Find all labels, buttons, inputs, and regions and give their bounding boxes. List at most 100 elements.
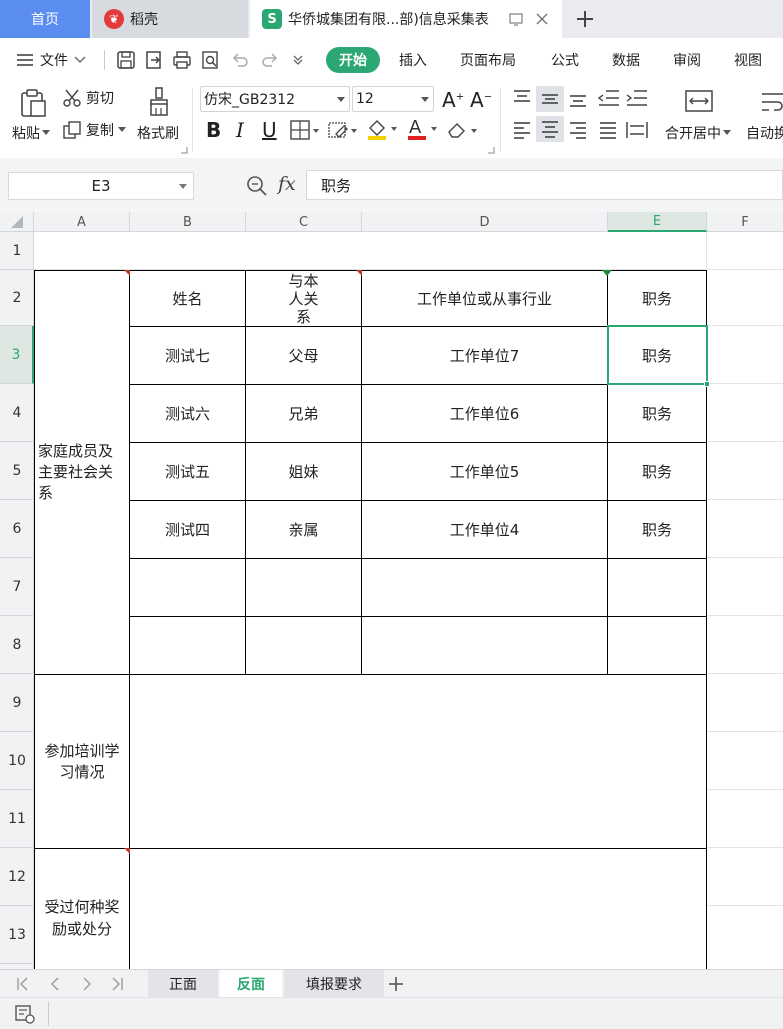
distributed-align-icon[interactable] xyxy=(626,120,648,140)
font-color-icon[interactable]: A xyxy=(406,116,438,140)
cell-member-position[interactable]: 职务 xyxy=(607,442,707,501)
cell-member-name[interactable]: 测试七 xyxy=(129,326,246,385)
menu-view[interactable]: 视图 xyxy=(734,38,762,82)
print-icon[interactable] xyxy=(172,50,192,70)
merge-center-icon[interactable] xyxy=(684,88,714,114)
bold-icon[interactable]: B xyxy=(206,118,221,142)
close-icon[interactable] xyxy=(534,11,550,27)
cell-member-name[interactable]: 测试四 xyxy=(129,500,246,559)
cell-empty[interactable] xyxy=(245,558,362,617)
row-header-12[interactable]: 12 xyxy=(0,848,34,906)
sheet-tab-requirements[interactable]: 填报要求 xyxy=(284,970,384,998)
row-header-8[interactable]: 8 xyxy=(0,616,34,674)
tab-docer[interactable]: ❦ 稻壳 xyxy=(92,0,248,38)
row-header-1[interactable]: 1 xyxy=(0,232,34,270)
row-header-9[interactable]: 9 xyxy=(0,674,34,732)
window-icon[interactable] xyxy=(508,11,524,27)
menu-page-layout[interactable]: 页面布局 xyxy=(460,38,516,82)
paste-icon[interactable] xyxy=(18,88,48,118)
launcher-icon[interactable] xyxy=(487,146,495,154)
eraser-icon[interactable] xyxy=(446,120,478,140)
column-header-a[interactable]: A xyxy=(34,212,130,232)
justify-icon[interactable] xyxy=(598,120,618,140)
name-box[interactable]: E3 xyxy=(8,172,194,200)
tab-document[interactable]: S 华侨城集团有限...部)信息采集表 xyxy=(250,0,562,38)
add-sheet-icon[interactable] xyxy=(388,976,404,992)
cell-empty[interactable] xyxy=(129,616,246,675)
cell-empty[interactable] xyxy=(361,616,608,675)
align-middle-icon[interactable] xyxy=(536,86,564,112)
fill-handle[interactable] xyxy=(704,381,710,387)
comment-indicator-icon[interactable] xyxy=(356,270,362,276)
menu-insert[interactable]: 插入 xyxy=(399,38,427,82)
cell-c2-header-relation[interactable]: 与本人关系 xyxy=(245,270,362,327)
row-header-3[interactable]: 3 xyxy=(0,326,34,384)
fill-color-icon[interactable] xyxy=(366,118,398,140)
column-header-b[interactable]: B xyxy=(130,212,246,232)
sheet-tab-front[interactable]: 正面 xyxy=(148,970,218,998)
redo-icon[interactable] xyxy=(260,50,280,70)
prev-sheet-icon[interactable] xyxy=(48,976,62,992)
row-header-2[interactable]: 2 xyxy=(0,270,34,326)
increase-font-icon[interactable]: A+ xyxy=(442,88,464,112)
add-tab-icon[interactable] xyxy=(576,10,594,28)
cell-d2-header-employer[interactable]: 工作单位或从事行业 xyxy=(361,270,608,327)
cell-member-employer[interactable]: 工作单位5 xyxy=(361,442,608,501)
cell-b2-header-name[interactable]: 姓名 xyxy=(129,270,246,327)
file-menu[interactable]: 文件 xyxy=(16,38,86,82)
column-header-c[interactable]: C xyxy=(246,212,362,232)
decrease-indent-icon[interactable] xyxy=(598,88,620,108)
align-right-icon[interactable] xyxy=(568,120,588,140)
fx-icon[interactable]: fx xyxy=(278,173,296,195)
last-sheet-icon[interactable] xyxy=(110,976,124,992)
training-content-cell[interactable] xyxy=(129,674,707,849)
quick-access-chevron-icon[interactable] xyxy=(292,54,304,66)
cell-member-relation[interactable]: 姐妹 xyxy=(245,442,362,501)
column-header-e[interactable]: E xyxy=(608,212,707,232)
italic-icon[interactable]: I xyxy=(236,118,244,142)
borders-icon[interactable] xyxy=(290,120,320,140)
wrap-text-icon[interactable] xyxy=(760,90,783,116)
menu-data[interactable]: 数据 xyxy=(612,38,640,82)
font-size-select[interactable]: 12 xyxy=(352,86,434,112)
first-sheet-icon[interactable] xyxy=(16,976,30,992)
cell-member-position[interactable]: 职务 xyxy=(607,384,707,443)
print-preview-icon[interactable] xyxy=(200,50,220,70)
cell-empty[interactable] xyxy=(361,558,608,617)
row-header-4[interactable]: 4 xyxy=(0,384,34,442)
launcher-icon[interactable] xyxy=(180,146,188,154)
cut-button[interactable]: 剪切 xyxy=(62,88,114,108)
row-header-13[interactable]: 13 xyxy=(0,906,34,964)
cell-member-employer[interactable]: 工作单位6 xyxy=(361,384,608,443)
menu-formula[interactable]: 公式 xyxy=(551,38,579,82)
cell-empty[interactable] xyxy=(245,616,362,675)
export-pdf-icon[interactable] xyxy=(144,50,164,70)
decrease-font-icon[interactable]: A− xyxy=(470,88,492,112)
paste-button[interactable]: 粘贴 xyxy=(12,123,50,143)
macro-record-icon[interactable] xyxy=(14,1004,36,1024)
select-all-corner[interactable] xyxy=(0,212,34,232)
validation-indicator-icon[interactable] xyxy=(602,270,612,276)
align-top-icon[interactable] xyxy=(512,88,532,108)
row-header-11[interactable]: 11 xyxy=(0,790,34,848)
underline-icon[interactable]: U xyxy=(262,118,277,142)
comment-indicator-icon[interactable] xyxy=(124,270,130,276)
save-icon[interactable] xyxy=(116,50,136,70)
cell-a12-awards-section[interactable]: 受过何种奖励或处分 xyxy=(34,848,130,969)
zoom-search-icon[interactable] xyxy=(246,175,268,197)
format-painter-icon[interactable] xyxy=(146,86,172,118)
row-header-10[interactable]: 10 xyxy=(0,732,34,790)
cell-a9-training-section[interactable]: 参加培训学习情况 xyxy=(34,674,130,849)
menu-review[interactable]: 审阅 xyxy=(673,38,701,82)
cell-member-employer[interactable]: 工作单位7 xyxy=(361,326,608,385)
column-header-f[interactable]: F xyxy=(707,212,783,232)
comment-indicator-icon[interactable] xyxy=(124,848,130,854)
undo-icon[interactable] xyxy=(230,50,250,70)
cell-member-relation[interactable]: 亲属 xyxy=(245,500,362,559)
next-sheet-icon[interactable] xyxy=(80,976,94,992)
cell-member-relation[interactable]: 父母 xyxy=(245,326,362,385)
align-left-icon[interactable] xyxy=(512,120,532,140)
cell-empty[interactable] xyxy=(607,558,707,617)
column-header-d[interactable]: D xyxy=(362,212,608,232)
row-header-7[interactable]: 7 xyxy=(0,558,34,616)
